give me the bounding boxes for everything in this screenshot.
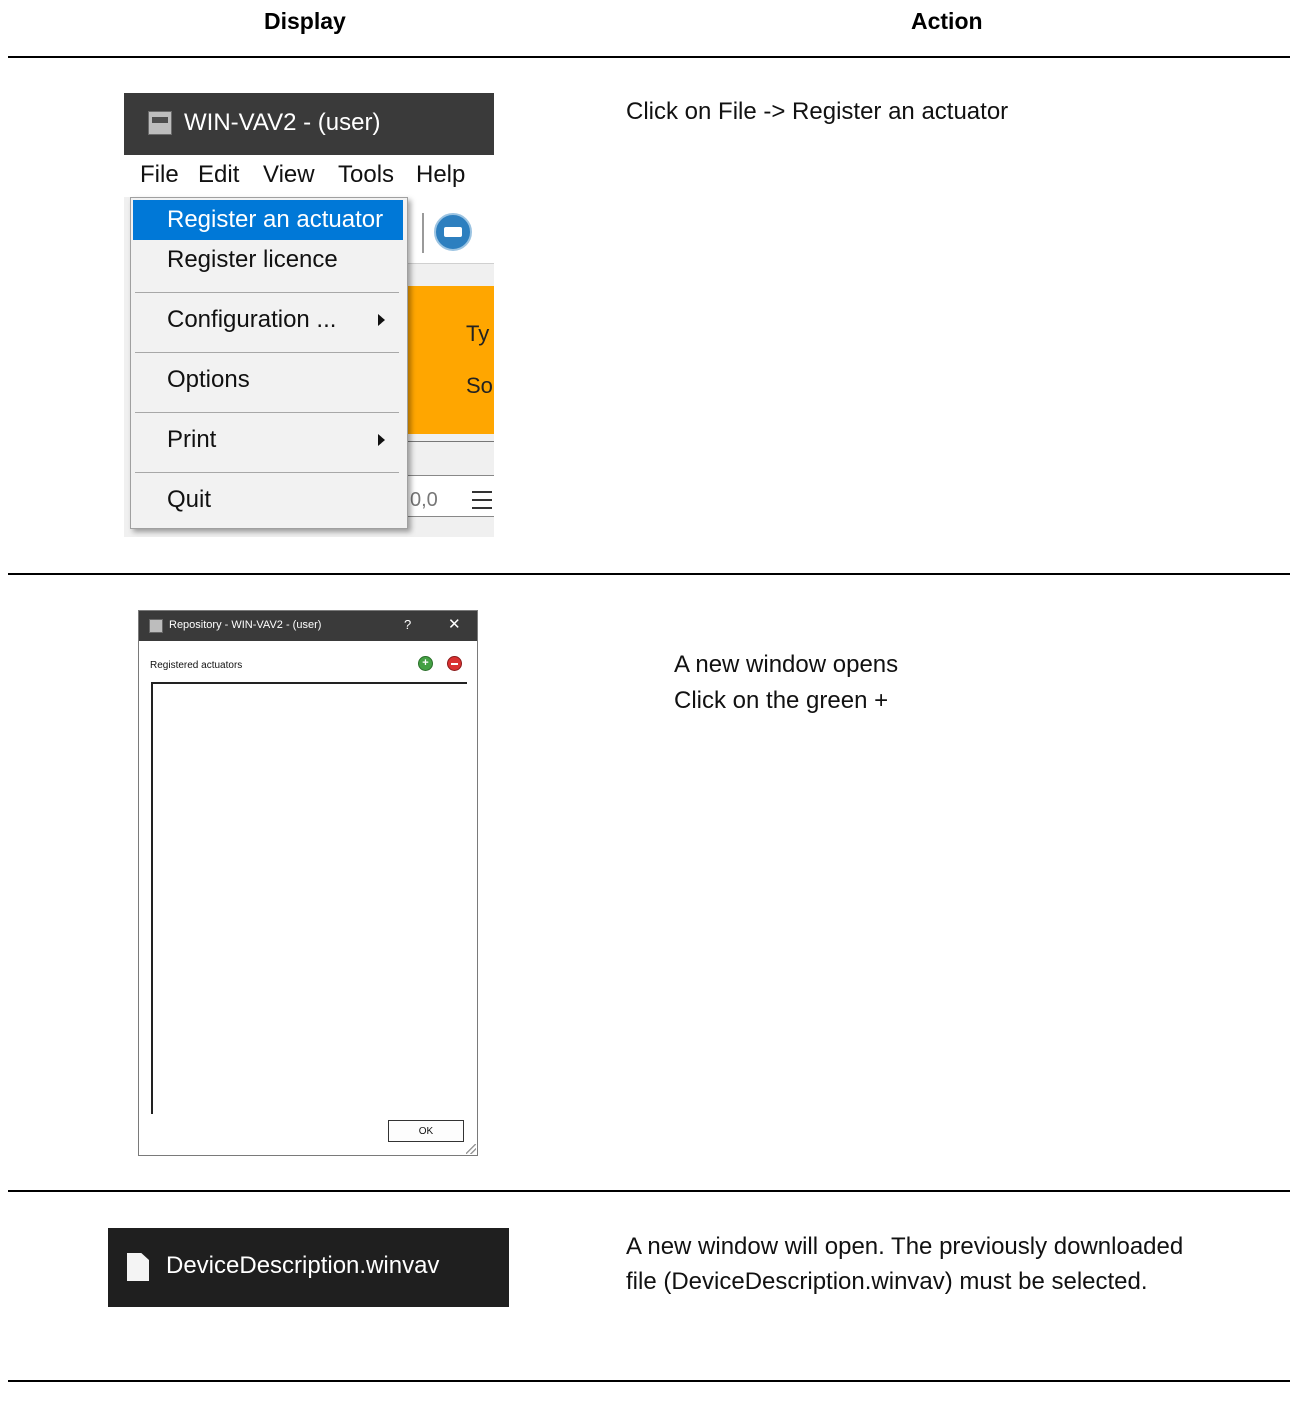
menu-separator bbox=[135, 352, 399, 353]
menu-item-label: Register licence bbox=[167, 246, 338, 273]
menubar: File Edit View Tools Help bbox=[124, 155, 494, 197]
menu-item-options[interactable]: Options bbox=[133, 360, 403, 400]
dialog-title: Repository - WIN-VAV2 - (user) bbox=[169, 619, 322, 631]
actuator-list[interactable] bbox=[151, 682, 467, 1114]
background-toolbar bbox=[406, 197, 494, 264]
menu-item-configuration[interactable]: Configuration ... bbox=[133, 300, 403, 340]
toolbar-separator bbox=[422, 213, 424, 253]
ok-button[interactable]: OK bbox=[388, 1120, 464, 1142]
menu-item-register-actuator[interactable]: Register an actuator bbox=[133, 200, 403, 240]
menu-file[interactable]: File bbox=[140, 161, 179, 189]
menu-item-label: Quit bbox=[167, 486, 212, 513]
menu-tools[interactable]: Tools bbox=[338, 161, 394, 189]
dialog-titlebar: Repository - WIN-VAV2 - (user) ? ✕ bbox=[139, 611, 477, 641]
menu-item-label: Register an actuator bbox=[167, 206, 384, 233]
menu-item-label: Configuration ... bbox=[167, 306, 337, 333]
row-divider bbox=[8, 1380, 1290, 1382]
registered-actuators-label: Registered actuators bbox=[150, 660, 243, 671]
background-text-ty: Ty bbox=[466, 321, 490, 346]
header-divider bbox=[8, 56, 1290, 58]
submenu-arrow-icon bbox=[378, 314, 385, 326]
menu-item-label: Options bbox=[167, 366, 250, 393]
background-orange-panel bbox=[406, 286, 494, 434]
help-icon[interactable]: ? bbox=[404, 617, 411, 632]
menu-item-print[interactable]: Print bbox=[133, 420, 403, 460]
app-icon bbox=[148, 111, 172, 135]
row3-action-line-2: file (DeviceDescription.winvav) must be … bbox=[626, 1268, 1148, 1295]
display-column-header: Display bbox=[264, 8, 346, 34]
spin-arrows-icon[interactable] bbox=[472, 489, 492, 511]
background-spinbox-value: 0,0 bbox=[410, 489, 438, 511]
submenu-arrow-icon bbox=[378, 434, 385, 446]
row2-action-line-1: A new window opens bbox=[674, 651, 899, 678]
row1-action-text: Click on File -> Register an actuator bbox=[626, 98, 1009, 125]
action-column-header: Action bbox=[911, 8, 983, 34]
menu-view[interactable]: View bbox=[263, 161, 315, 189]
repository-dialog: Repository - WIN-VAV2 - (user) ? ✕ Regis… bbox=[138, 610, 478, 1156]
background-text-so: So bbox=[466, 373, 493, 398]
printer-icon[interactable] bbox=[434, 213, 472, 251]
window-titlebar: WIN-VAV2 - (user) bbox=[124, 93, 494, 155]
app-icon bbox=[149, 619, 163, 633]
row-divider bbox=[8, 573, 1290, 575]
row-divider bbox=[8, 1190, 1290, 1192]
file-icon bbox=[127, 1253, 149, 1281]
device-description-file[interactable]: DeviceDescription.winvav bbox=[108, 1228, 509, 1307]
menu-separator bbox=[135, 472, 399, 473]
background-divider bbox=[406, 441, 494, 442]
menu-item-register-licence[interactable]: Register licence bbox=[133, 240, 403, 280]
remove-actuator-icon[interactable] bbox=[447, 656, 462, 671]
menu-separator bbox=[135, 292, 399, 293]
row3-action-line-1: A new window will open. The previously d… bbox=[626, 1233, 1184, 1260]
resize-grip-icon[interactable] bbox=[466, 1144, 476, 1154]
menu-separator bbox=[135, 412, 399, 413]
window-title: WIN-VAV2 - (user) bbox=[184, 109, 381, 136]
menu-item-label: Print bbox=[167, 426, 217, 453]
close-icon[interactable]: ✕ bbox=[448, 615, 461, 633]
file-name: DeviceDescription.winvav bbox=[166, 1252, 440, 1279]
file-menu-dropdown: Register an actuator Register licence Co… bbox=[130, 197, 408, 529]
menu-screenshot: WIN-VAV2 - (user) File Edit View Tools H… bbox=[124, 93, 494, 537]
menu-item-quit[interactable]: Quit bbox=[133, 480, 403, 520]
menu-help[interactable]: Help bbox=[416, 161, 465, 189]
menu-edit[interactable]: Edit bbox=[198, 161, 239, 189]
add-actuator-icon[interactable]: + bbox=[418, 656, 433, 671]
row2-action-line-2: Click on the green + bbox=[674, 687, 889, 714]
